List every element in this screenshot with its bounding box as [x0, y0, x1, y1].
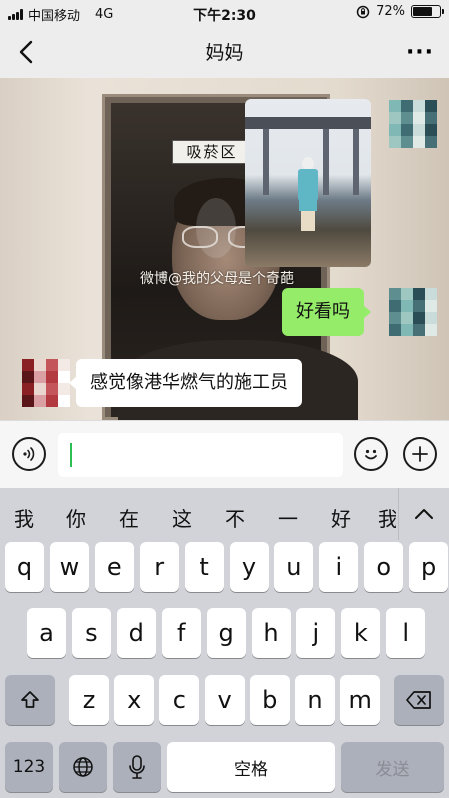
photo-bridge	[245, 117, 371, 129]
microphone-key[interactable]	[113, 742, 161, 792]
shift-key[interactable]	[5, 675, 55, 725]
mom-avatar[interactable]	[22, 359, 70, 407]
key-h[interactable]: h	[251, 608, 291, 658]
globe-icon	[73, 757, 93, 777]
key-r[interactable]: r	[139, 542, 179, 592]
candidate-word[interactable]: 一	[278, 503, 298, 532]
battery-percent: 72%	[376, 4, 405, 19]
battery-icon	[411, 5, 444, 18]
key-f[interactable]: f	[161, 608, 201, 658]
plus-icon	[412, 446, 428, 462]
candidate-word[interactable]: 这	[172, 503, 192, 532]
photo-bridge-pillar	[353, 129, 359, 195]
received-message-bubble[interactable]: 感觉像港华燃气的施工员	[69, 359, 302, 407]
keyboard: 我 你 在 这 不 一 好 我 qwertyuiop asdfghjkl zxc…	[0, 488, 449, 798]
microphone-icon	[129, 755, 145, 779]
key-l[interactable]: l	[386, 608, 426, 658]
key-c[interactable]: c	[159, 675, 200, 725]
message-input[interactable]	[58, 433, 343, 477]
candidate-word[interactable]: 你	[66, 503, 86, 532]
candidate-word[interactable]: 我	[14, 503, 34, 532]
key-m[interactable]: m	[340, 675, 381, 725]
globe-key[interactable]	[59, 742, 107, 792]
voice-icon	[23, 447, 35, 461]
key-b[interactable]: b	[249, 675, 290, 725]
key-n[interactable]: n	[295, 675, 335, 725]
key-p[interactable]: p	[409, 542, 449, 592]
send-key[interactable]: 发送	[341, 742, 444, 792]
image-watermark: 微博@我的父母是个奇葩	[140, 271, 294, 287]
key-u[interactable]: u	[274, 542, 314, 592]
emoji-icon	[365, 449, 377, 460]
photo-person	[297, 157, 319, 247]
key-g[interactable]: g	[206, 608, 246, 658]
photo-bridge-pillar	[323, 129, 329, 195]
space-key[interactable]: 空格	[167, 742, 335, 792]
numbers-key[interactable]: 123	[5, 742, 53, 792]
candidate-bar: 我 你 在 这 不 一 好 我	[0, 488, 449, 540]
sent-photo-message[interactable]	[245, 99, 371, 267]
key-x[interactable]: x	[114, 675, 155, 725]
my-avatar[interactable]	[389, 100, 437, 148]
more-button[interactable]: ···	[405, 38, 435, 66]
emoji-button[interactable]	[354, 437, 388, 471]
shift-icon	[21, 691, 39, 708]
candidate-word[interactable]: 在	[119, 503, 139, 532]
plus-button[interactable]	[403, 437, 437, 471]
candidate-word[interactable]: 不	[225, 503, 245, 532]
key-z[interactable]: z	[69, 675, 109, 725]
photo-bridge-pillar	[263, 129, 269, 195]
status-bar: 中国移动 4G 下午2:30 72%	[0, 0, 449, 26]
text-caret	[70, 443, 72, 467]
key-d[interactable]: d	[116, 608, 156, 658]
collapse-chevron-icon	[415, 509, 433, 519]
key-a[interactable]: a	[27, 608, 66, 658]
backspace-icon	[406, 691, 431, 709]
sent-message-bubble[interactable]: 好看吗	[282, 288, 371, 336]
key-w[interactable]: w	[49, 542, 89, 592]
my-avatar[interactable]	[389, 288, 437, 336]
key-k[interactable]: k	[341, 608, 381, 658]
send-key-label: 发送	[375, 759, 410, 780]
orientation-lock-icon	[356, 5, 370, 18]
background-sign: 吸菸区	[172, 140, 252, 164]
key-q[interactable]: q	[5, 542, 44, 592]
background-smoke	[196, 198, 236, 258]
backspace-key[interactable]	[394, 675, 444, 725]
key-i[interactable]: i	[319, 542, 359, 592]
chat-title: 妈妈	[205, 42, 244, 64]
nav-bar: 妈妈 ···	[0, 26, 449, 78]
input-bar	[0, 420, 449, 488]
key-j[interactable]: j	[296, 608, 336, 658]
battery-level-fill	[413, 7, 432, 16]
candidate-word[interactable]: 好	[331, 503, 351, 532]
voice-button[interactable]	[12, 437, 46, 471]
key-e[interactable]: e	[94, 542, 134, 592]
more-dots-icon: ···	[405, 39, 435, 65]
key-s[interactable]: s	[71, 608, 111, 658]
key-y[interactable]: y	[229, 542, 269, 592]
chat-area[interactable]: 吸菸区 微博@我的父母是个奇葩 好看吗 感觉像港华燃气的施工员	[0, 78, 449, 420]
key-o[interactable]: o	[364, 542, 404, 592]
candidate-word[interactable]: 我	[378, 503, 396, 532]
key-v[interactable]: v	[204, 675, 245, 725]
key-t[interactable]: t	[184, 542, 224, 592]
candidate-expand-button[interactable]	[398, 488, 449, 540]
status-right: 72%	[356, 4, 444, 19]
